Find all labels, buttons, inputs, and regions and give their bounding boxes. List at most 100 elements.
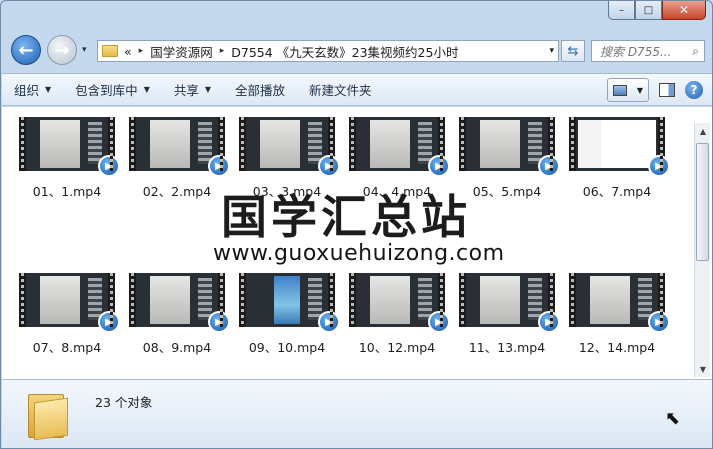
- media-player-icon: ▶: [648, 155, 670, 177]
- chevron-right-icon[interactable]: ▸: [139, 46, 144, 56]
- file-name: 10、12.mp4: [358, 340, 436, 355]
- media-player-icon: ▶: [98, 155, 120, 177]
- back-button[interactable]: ←: [11, 35, 41, 65]
- media-player-icon: ▶: [208, 155, 230, 177]
- video-thumbnail: ▶: [349, 273, 450, 333]
- minimize-button[interactable]: –: [608, 1, 635, 20]
- media-player-icon: ▶: [648, 311, 670, 333]
- file-name: 07、8.mp4: [32, 340, 102, 355]
- organize-label: 组织: [14, 83, 40, 98]
- file-name: 02、2.mp4: [142, 184, 212, 199]
- scroll-up-icon[interactable]: ▲: [695, 123, 711, 139]
- folder-icon: [102, 45, 118, 57]
- file-item[interactable]: ▶ 02、2.mp4: [122, 117, 232, 245]
- file-name: 05、5.mp4: [472, 184, 542, 199]
- include-in-library-menu[interactable]: 包含到库中 ▼: [63, 74, 162, 105]
- chevron-right-icon[interactable]: ▸: [220, 46, 225, 56]
- video-frame: [578, 120, 656, 168]
- file-name: 01、1.mp4: [32, 184, 102, 199]
- preview-pane-button[interactable]: [659, 83, 675, 97]
- chevron-down-icon: ▼: [45, 85, 52, 94]
- video-frame: [150, 120, 190, 168]
- refresh-button[interactable]: ⇆: [561, 40, 585, 62]
- video-frame: [480, 276, 520, 324]
- video-frame: [274, 276, 300, 324]
- help-button[interactable]: ?: [685, 81, 703, 99]
- video-thumbnail: ▶: [459, 117, 560, 177]
- chevron-down-icon: ▼: [636, 85, 644, 95]
- media-player-icon: ▶: [428, 155, 450, 177]
- video-thumbnail: ▶: [349, 117, 450, 177]
- chevron-down-icon: ▼: [143, 85, 150, 94]
- include-in-library-label: 包含到库中: [75, 83, 138, 98]
- explorer-window: – □ ✕ ← → ▾ « ▸ 国学资源网 ▸ D7554 《九天玄数》23集视…: [0, 0, 713, 449]
- change-view-button[interactable]: ▼: [607, 78, 649, 102]
- forward-button[interactable]: →: [47, 35, 77, 65]
- arrow-left-icon: ←: [18, 39, 34, 61]
- video-thumbnail: ▶: [129, 273, 230, 333]
- file-item[interactable]: ▶ 01、1.mp4: [12, 117, 122, 245]
- video-frame: [370, 120, 410, 168]
- video-thumbnail: ▶: [129, 117, 230, 177]
- maximize-button[interactable]: □: [635, 1, 662, 20]
- breadcrumb-item-current[interactable]: D7554 《九天玄数》23集视频约25小时: [231, 42, 458, 61]
- search-input[interactable]: 搜索 D755... ⌕: [591, 40, 705, 62]
- share-menu[interactable]: 共享 ▼: [162, 74, 223, 105]
- new-folder-button[interactable]: 新建文件夹: [297, 74, 384, 105]
- navigation-bar: ← → ▾ « ▸ 国学资源网 ▸ D7554 《九天玄数》23集视频约25小时…: [1, 31, 712, 69]
- command-bar: 组织 ▼ 包含到库中 ▼ 共享 ▼ 全部播放 新建文件夹 ▼ ?: [2, 73, 712, 106]
- breadcrumb-overflow[interactable]: «: [124, 44, 132, 59]
- video-thumbnail: ▶: [569, 273, 670, 333]
- folder-icon: [28, 390, 68, 441]
- video-frame: [590, 276, 630, 324]
- close-button[interactable]: ✕: [662, 1, 706, 20]
- toolbar-right-controls: ▼ ?: [607, 78, 703, 102]
- media-player-icon: ▶: [318, 155, 340, 177]
- search-icon[interactable]: ⌕: [692, 44, 699, 59]
- media-player-icon: ▶: [538, 155, 560, 177]
- chevron-down-icon: ▼: [204, 85, 212, 94]
- vertical-scrollbar[interactable]: ▲ ▼: [694, 123, 710, 377]
- media-player-icon: ▶: [208, 311, 230, 333]
- file-name: 12、14.mp4: [578, 340, 656, 355]
- video-thumbnail: ▶: [459, 273, 560, 333]
- file-name: 11、13.mp4: [468, 340, 546, 355]
- video-thumbnail: ▶: [239, 273, 340, 333]
- recent-pages-dropdown[interactable]: ▾: [82, 45, 87, 55]
- scroll-thumb[interactable]: [696, 143, 709, 261]
- video-frame: [40, 276, 80, 324]
- video-frame: [260, 120, 300, 168]
- scroll-down-icon[interactable]: ▼: [695, 361, 711, 377]
- search-placeholder: 搜索 D755...: [600, 44, 672, 59]
- details-pane: 23 个对象 ⬉: [2, 379, 712, 448]
- watermark-title: 国学汇总站: [221, 190, 471, 244]
- arrow-right-icon: →: [54, 39, 70, 61]
- video-thumbnail: ▶: [19, 273, 120, 333]
- watermark-url: www.guoxuehuizong.com: [213, 241, 505, 266]
- video-frame: [40, 120, 80, 168]
- video-thumbnail: ▶: [19, 117, 120, 177]
- play-all-label: 全部播放: [235, 83, 286, 98]
- caption-buttons: – □ ✕: [608, 1, 706, 20]
- chevron-down-icon[interactable]: ▾: [549, 46, 554, 56]
- video-thumbnail: ▶: [239, 117, 340, 177]
- media-player-icon: ▶: [428, 311, 450, 333]
- file-item[interactable]: ▶ 06、7.mp4: [562, 117, 672, 245]
- video-frame: [480, 120, 520, 168]
- file-name: 06、7.mp4: [582, 184, 652, 199]
- mouse-cursor-icon: ⬉: [665, 408, 681, 429]
- organize-menu[interactable]: 组织 ▼: [2, 74, 63, 105]
- item-count: 23 个对象: [95, 395, 153, 410]
- video-thumbnail: ▶: [569, 117, 670, 177]
- share-label: 共享: [173, 83, 199, 98]
- video-frame: [150, 276, 190, 324]
- address-bar[interactable]: « ▸ 国学资源网 ▸ D7554 《九天玄数》23集视频约25小时 ▾: [97, 40, 559, 62]
- play-all-button[interactable]: 全部播放: [223, 74, 297, 105]
- view-thumbnail-icon: [612, 84, 627, 96]
- file-name: 09、10.mp4: [248, 340, 326, 355]
- video-frame: [370, 276, 410, 324]
- media-player-icon: ▶: [538, 311, 560, 333]
- breadcrumb-item[interactable]: 国学资源网: [150, 42, 213, 61]
- refresh-icon: ⇆: [567, 43, 579, 59]
- media-player-icon: ▶: [318, 311, 340, 333]
